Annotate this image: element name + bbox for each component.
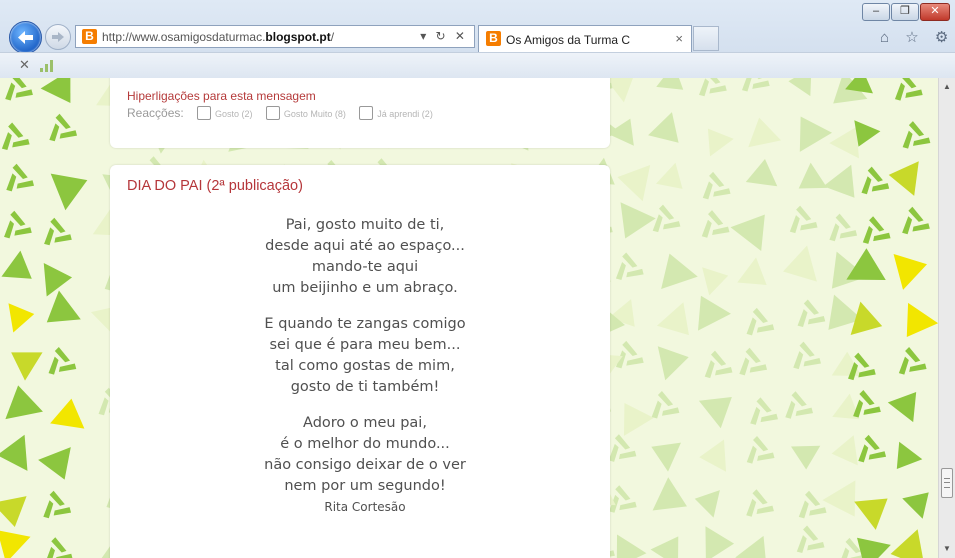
poem-line: é o melhor do mundo...	[280, 436, 450, 452]
poem-author: Rita Cortesão	[324, 500, 406, 514]
poem-line: um beijinho e um abraço.	[272, 280, 458, 296]
previous-post-footer: Hiperligações para esta mensagem Reacçõe…	[110, 78, 610, 148]
poem-line: E quando te zangas comigo	[264, 316, 466, 332]
stanza: Adoro o meu pai, é o melhor do mundo... …	[110, 413, 620, 518]
scroll-thumb[interactable]	[941, 468, 953, 498]
toolbar-icons[interactable]: ⌂ ☆ ⚙	[880, 28, 954, 46]
tab-title: Os Amigos da Turma C	[506, 33, 631, 47]
address-bar[interactable]: B http://www.osamigosdaturmac.blogspot.p…	[75, 25, 475, 48]
reaction-checkbox[interactable]	[265, 106, 280, 120]
minimize-button[interactable]: –	[862, 3, 890, 21]
poem-line: mando-te aqui	[311, 259, 419, 275]
post-title[interactable]: DIA DO PAI (2ª publicação)	[127, 178, 303, 194]
browser-chrome: – ❐ ✕ B http://www.osamigosdaturmac.blog…	[0, 0, 955, 79]
vertical-scrollbar[interactable]: ▲ ▼	[938, 78, 955, 558]
back-button[interactable]	[9, 21, 42, 54]
poem-line: Pai, gosto muito de ti,	[285, 217, 445, 233]
close-window-button[interactable]: ✕	[920, 3, 950, 21]
poem-line: Adoro o meu pai,	[303, 415, 427, 431]
stanza: Pai, gosto muito de ti, desde aqui até a…	[110, 215, 620, 299]
blogger-favicon-icon: B	[486, 31, 501, 46]
blog-post: DIA DO PAI (2ª publicação) Pai, gosto mu…	[110, 165, 610, 558]
poem-line: tal como gostas de mim,	[275, 358, 455, 374]
close-icon[interactable]: ✕	[19, 57, 30, 73]
reaction-checkbox[interactable]	[197, 106, 212, 120]
reaction-option: Gosto Muito (8)	[283, 109, 346, 119]
reaction-checkbox[interactable]	[359, 106, 374, 120]
page-viewport: Hiperligações para esta mensagem Reacçõe…	[0, 78, 938, 558]
poem-line: desde aqui até ao espaço...	[265, 238, 465, 254]
blogger-favicon-icon: B	[82, 29, 97, 44]
maximize-button[interactable]: ❐	[891, 3, 919, 21]
signal-icon	[40, 60, 56, 72]
scroll-down-arrow-icon[interactable]: ▼	[943, 544, 951, 553]
command-bar: ✕	[0, 52, 955, 78]
poem-line: gosto de ti também!	[290, 379, 440, 395]
post-links-label[interactable]: Hiperligações para esta mensagem	[127, 89, 316, 103]
tab-active[interactable]: B Os Amigos da Turma C ×	[478, 25, 692, 52]
poem-line: sei que é para meu bem...	[269, 337, 461, 353]
address-bar-buttons[interactable]: ▾ ↻ ✕	[420, 29, 468, 43]
stanza: E quando te zangas comigo sei que é para…	[110, 314, 620, 398]
url-text: http://www.osamigosdaturmac.blogspot.pt/	[102, 30, 335, 44]
reactions-row: Reacções: Gosto (2) Gosto Muito (8) Já a…	[127, 106, 433, 120]
tab-close-icon[interactable]: ×	[675, 31, 683, 46]
poem-line: nem por um segundo!	[284, 478, 446, 494]
reaction-option: Já aprendi (2)	[377, 109, 433, 119]
forward-arrow-icon	[52, 32, 64, 42]
new-tab-button[interactable]	[693, 26, 719, 51]
reaction-option: Gosto (2)	[215, 109, 253, 119]
poem-line: não consigo deixar de o ver	[264, 457, 466, 473]
scroll-up-arrow-icon[interactable]: ▲	[943, 82, 951, 91]
back-arrow-icon	[18, 31, 33, 44]
forward-button[interactable]	[45, 24, 71, 50]
poem-body: Pai, gosto muito de ti, desde aqui até a…	[110, 215, 620, 518]
reactions-label: Reacções:	[127, 106, 184, 120]
